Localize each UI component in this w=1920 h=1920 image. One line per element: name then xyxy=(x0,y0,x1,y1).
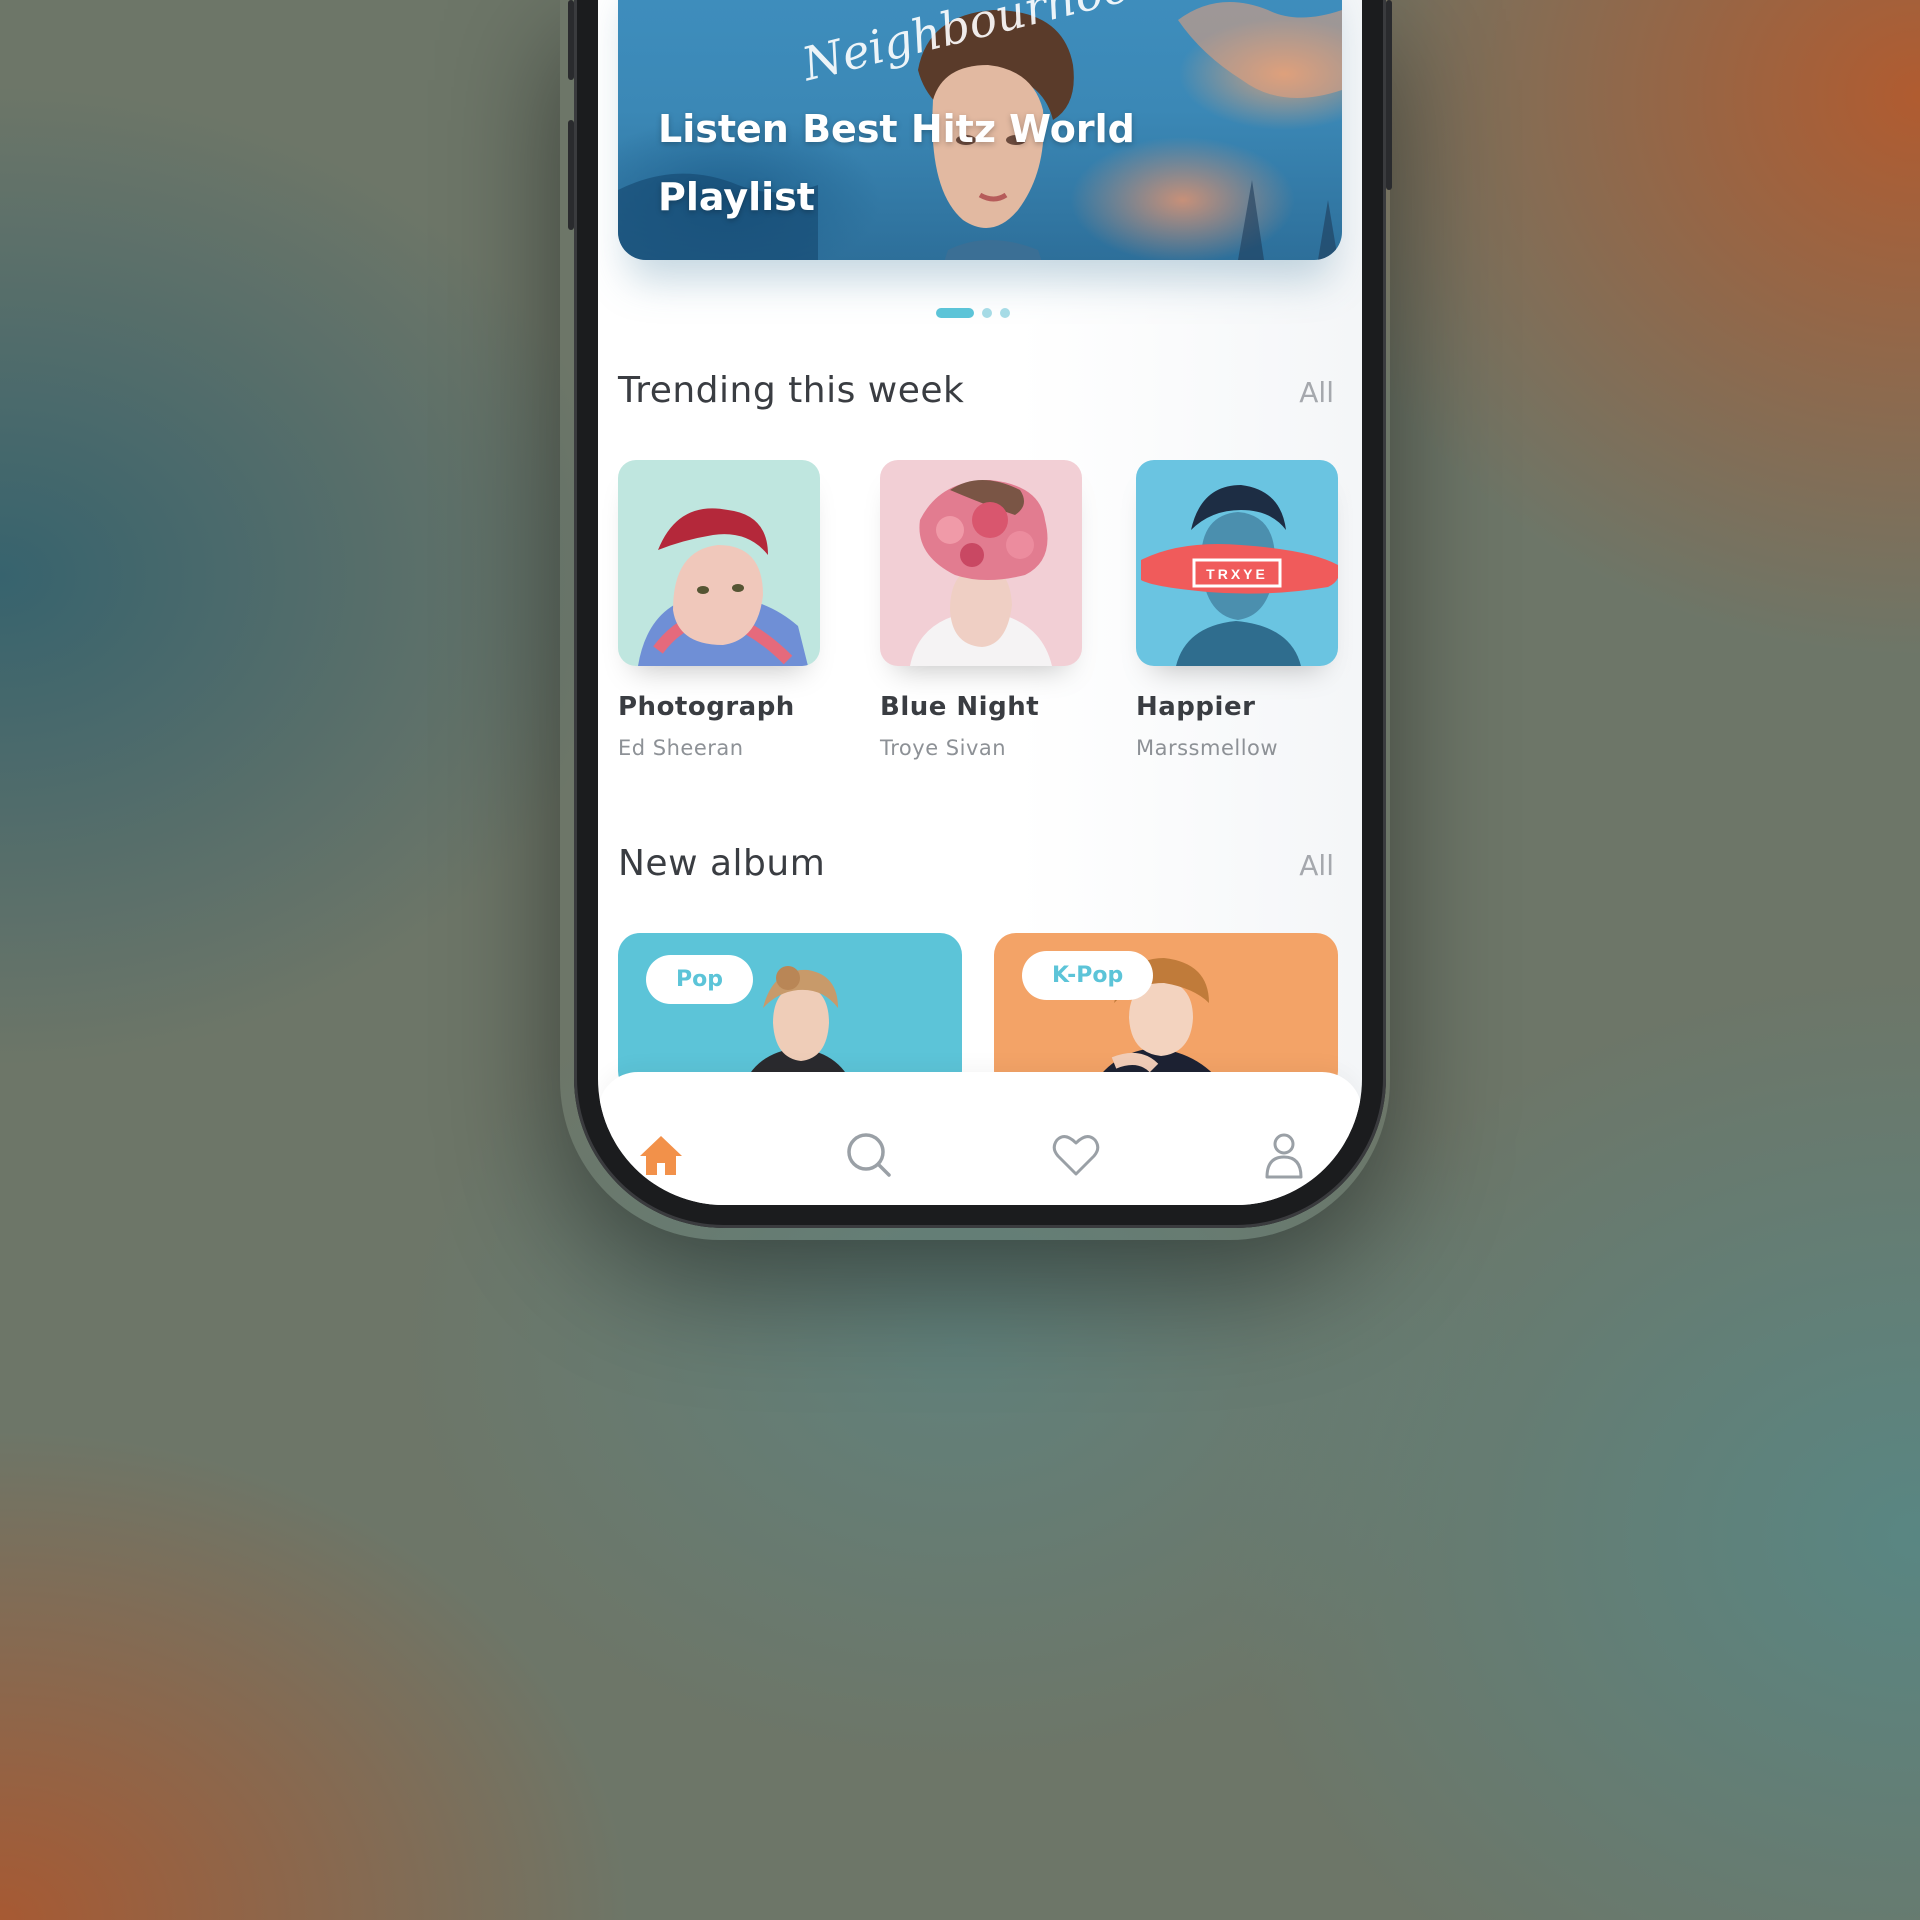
app-screen: Neighbourhood Listen Best Hitz World Pla… xyxy=(598,0,1362,1205)
carousel-dot[interactable] xyxy=(982,308,992,318)
album-card-pop[interactable]: Pop xyxy=(618,933,962,1093)
hero-title: Listen Best Hitz World Playlist xyxy=(658,107,1135,219)
tab-search[interactable] xyxy=(844,1130,894,1180)
album-art-blue-night xyxy=(880,460,1082,666)
profile-icon xyxy=(1265,1133,1303,1179)
track-artist: Troye Sivan xyxy=(880,736,1007,760)
album-art-text: TRXYE xyxy=(1206,566,1268,582)
genre-badge: K-Pop xyxy=(1022,951,1154,1000)
trending-see-all-link[interactable]: All xyxy=(1299,376,1334,409)
trending-card[interactable]: Blue Night Troye Sivan xyxy=(880,460,1082,760)
track-artist: Ed Sheeran xyxy=(618,736,744,760)
trending-card[interactable]: TRXYE Happier Marssmellow xyxy=(1136,460,1338,760)
track-title: Happier xyxy=(1136,692,1256,722)
trending-card[interactable]: Photograph Ed Sheeran xyxy=(618,460,820,760)
tab-profile[interactable] xyxy=(1259,1130,1309,1180)
power-button xyxy=(1386,0,1392,190)
album-card-kpop[interactable]: K-Pop xyxy=(994,933,1338,1093)
tab-home[interactable] xyxy=(636,1130,686,1180)
bottom-tab-bar xyxy=(598,1072,1362,1205)
album-art-photograph xyxy=(618,460,820,666)
album-art-happier: TRXYE xyxy=(1136,460,1338,666)
new-album-title: New album xyxy=(618,843,826,884)
track-title: Blue Night xyxy=(880,692,1040,722)
volume-button xyxy=(568,0,574,80)
genre-badge: Pop xyxy=(646,955,753,1004)
volume-button xyxy=(568,120,574,230)
trending-title: Trending this week xyxy=(618,370,965,411)
search-icon xyxy=(847,1133,891,1177)
track-title: Photograph xyxy=(618,692,795,722)
track-artist: Marssmellow xyxy=(1136,736,1279,760)
carousel-dot[interactable] xyxy=(1000,308,1010,318)
carousel-dot-active[interactable] xyxy=(936,308,974,318)
hero-banner[interactable]: Neighbourhood Listen Best Hitz World Pla… xyxy=(618,0,1342,260)
carousel-indicator[interactable] xyxy=(936,308,1010,318)
new-album-see-all-link[interactable]: All xyxy=(1299,849,1334,882)
heart-icon xyxy=(1052,1135,1100,1176)
home-icon xyxy=(640,1136,682,1175)
tab-favorites[interactable] xyxy=(1051,1130,1101,1180)
